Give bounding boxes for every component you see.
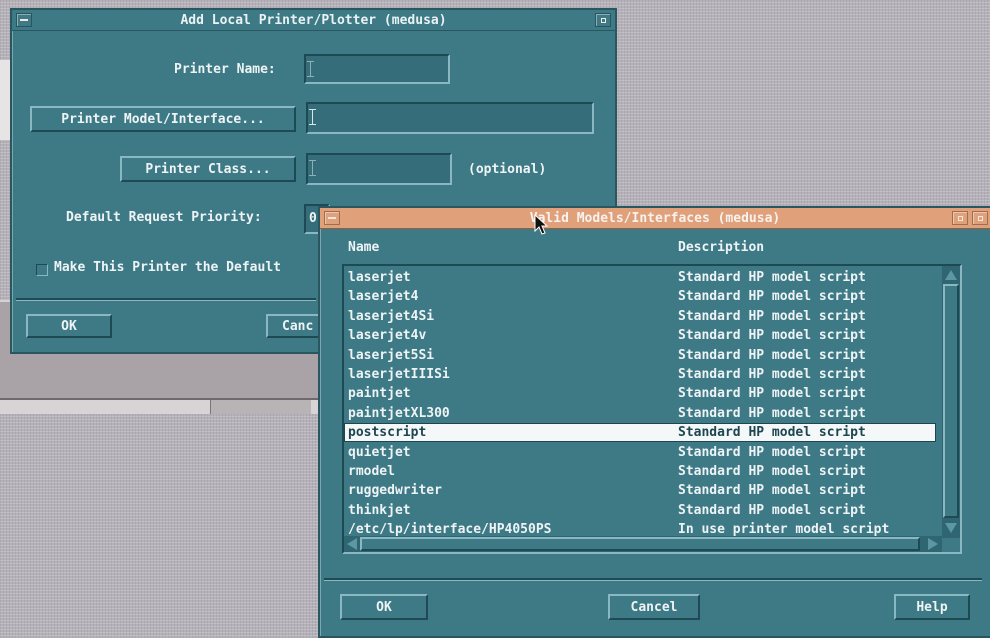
- printer-class-input[interactable]: [306, 153, 452, 185]
- list-item-description: Standard HP model script: [678, 386, 866, 402]
- valid-models-dialog: Valid Models/Interfaces (medusa) Name De…: [318, 206, 990, 638]
- list-item-description: Standard HP model script: [678, 483, 866, 499]
- models-list[interactable]: laserjet Standard HP model script laserjet…: [342, 264, 962, 554]
- list-item[interactable]: laserjet4v Standard HP model script: [344, 326, 960, 345]
- printer-class-button[interactable]: Printer Class...: [120, 156, 296, 182]
- list-item-name: laserjet5Si: [348, 347, 435, 363]
- list-item-description: Standard HP model script: [678, 444, 866, 460]
- list-item[interactable]: quietjet Standard HP model script: [344, 443, 960, 462]
- list-item-name: laserjetIIISi: [348, 367, 450, 382]
- list-item-name: paintjetXL300: [348, 405, 450, 421]
- list-item[interactable]: rmodel Standard HP model script: [344, 462, 960, 481]
- list-item-description: Standard HP model script: [678, 289, 866, 305]
- list-item[interactable]: paintjetXL300 Standard HP model script: [344, 404, 960, 423]
- priority-label: Default Request Priority:: [66, 210, 262, 225]
- scroll-left-arrow-icon[interactable]: [347, 538, 357, 550]
- list-item[interactable]: ruggedwriter Standard HP model script: [344, 481, 960, 500]
- list-item-name: rmodel: [348, 464, 395, 479]
- list-item[interactable]: thinkjet Standard HP model script: [344, 501, 960, 520]
- list-item-name: laserjet4Si: [348, 308, 435, 324]
- list-item[interactable]: laserjet4Si Standard HP model script: [344, 307, 960, 326]
- maximize-icon[interactable]: [595, 13, 611, 27]
- list-item-description: Standard HP model script: [678, 328, 866, 344]
- horizontal-scrollbar[interactable]: [344, 536, 942, 552]
- list-item-name: laserjet4v: [348, 328, 427, 344]
- text-cursor-icon: [309, 160, 316, 176]
- scroll-down-arrow-icon[interactable]: [945, 523, 957, 533]
- list-item-description: Standard HP model script: [678, 270, 866, 285]
- column-header-name[interactable]: Name: [348, 240, 379, 255]
- printer-name-input[interactable]: [304, 54, 450, 84]
- list-item-name: quietjet: [348, 444, 411, 460]
- default-printer-checkbox[interactable]: [36, 264, 48, 276]
- models-help-button[interactable]: Help: [894, 594, 970, 620]
- list-item[interactable]: laserjet4 Standard HP model script: [344, 287, 960, 306]
- printer-name-label: Printer Name:: [174, 62, 276, 77]
- vertical-scrollbar-thumb[interactable]: [943, 284, 959, 518]
- add-dialog-separator: [16, 298, 316, 301]
- list-item[interactable]: laserjet Standard HP model script: [344, 268, 960, 287]
- scroll-right-arrow-icon[interactable]: [928, 538, 938, 550]
- list-item-name: postscript: [348, 425, 427, 441]
- list-item-name: ruggedwriter: [348, 483, 442, 499]
- list-item-description: Standard HP model script: [678, 405, 866, 421]
- list-item[interactable]: paintjet Standard HP model script: [344, 384, 960, 403]
- add-printer-title: Add Local Printer/Plotter (medusa): [180, 12, 447, 28]
- list-item-name: thinkjet: [348, 502, 411, 518]
- list-item-description: Standard HP model script: [678, 464, 866, 479]
- background-scrollbar-thumb: [210, 400, 311, 414]
- list-item-description: Standard HP model script: [678, 502, 866, 518]
- list-item[interactable]: laserjetIIISi Standard HP model script: [344, 365, 960, 384]
- horizontal-scrollbar-thumb[interactable]: [360, 537, 920, 551]
- printer-model-button[interactable]: Printer Model/Interface...: [30, 106, 296, 132]
- list-item-description: Standard HP model script: [678, 367, 866, 382]
- list-item[interactable]: postscript Standard HP model script: [344, 423, 936, 443]
- list-item-description: Standard HP model script: [678, 425, 866, 441]
- models-ok-button[interactable]: OK: [340, 594, 428, 620]
- priority-value: 0: [309, 211, 317, 226]
- list-item[interactable]: laserjet5Si Standard HP model script: [344, 346, 960, 365]
- valid-models-titlebar[interactable]: Valid Models/Interfaces (medusa): [320, 208, 990, 229]
- window-menu-icon[interactable]: [324, 211, 340, 225]
- default-printer-label: Make This Printer the Default: [54, 260, 281, 275]
- models-cancel-button[interactable]: Cancel: [608, 594, 700, 620]
- list-item-description: Standard HP model script: [678, 347, 866, 363]
- text-cursor-icon: [309, 109, 316, 125]
- list-item-name: laserjet: [348, 270, 411, 285]
- text-cursor-icon: [307, 61, 314, 77]
- minimize-icon[interactable]: [952, 211, 968, 225]
- window-menu-icon[interactable]: [16, 13, 32, 27]
- add-dialog-cancel-button[interactable]: Canc: [266, 314, 326, 338]
- maximize-icon[interactable]: [972, 211, 988, 225]
- list-item-description: Standard HP model script: [678, 308, 866, 324]
- scroll-up-arrow-icon[interactable]: [945, 270, 957, 280]
- printer-model-input[interactable]: [306, 102, 594, 134]
- add-dialog-ok-button[interactable]: OK: [26, 314, 112, 338]
- vertical-scrollbar[interactable]: [942, 266, 960, 538]
- models-dialog-separator: [324, 578, 982, 581]
- list-item-name: paintjet: [348, 386, 411, 402]
- optional-label: (optional): [468, 162, 547, 177]
- valid-models-title: Valid Models/Interfaces (medusa): [529, 210, 781, 226]
- list-item-name: laserjet4: [348, 289, 419, 305]
- mouse-pointer-icon: [534, 214, 548, 235]
- add-printer-titlebar[interactable]: Add Local Printer/Plotter (medusa): [12, 10, 615, 31]
- column-header-description[interactable]: Description: [678, 240, 764, 255]
